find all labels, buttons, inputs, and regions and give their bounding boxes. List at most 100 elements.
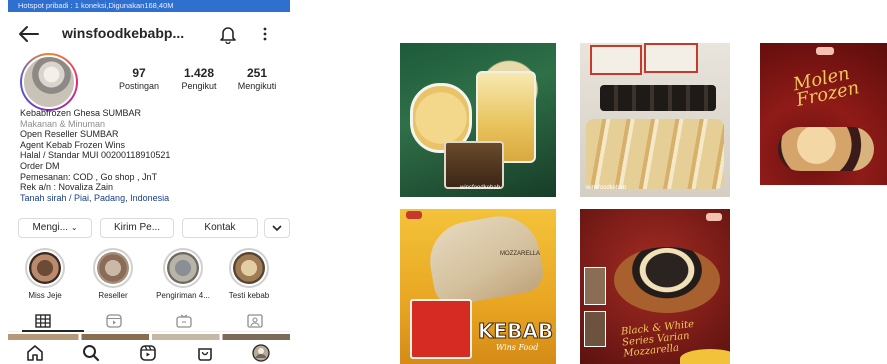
- reels-icon: [106, 314, 122, 328]
- highlight-cover: [29, 252, 61, 284]
- post-frozen-kebab-packs[interactable]: winsfoodkebab: [400, 43, 556, 197]
- post-kebab-mozzarella[interactable]: MOZZARELLA KEBAB Wins Food: [400, 209, 556, 364]
- notifications-button[interactable]: [218, 24, 238, 45]
- tv-icon: [176, 314, 192, 328]
- nav-shop[interactable]: [196, 344, 214, 362]
- profile-avatar-icon: [252, 344, 270, 362]
- highlight-item[interactable]: Miss Jeje: [14, 248, 76, 300]
- shopping-bag-icon: [198, 348, 212, 361]
- more-options-button[interactable]: [258, 24, 272, 44]
- profile-username: winsfoodkebabp...: [62, 25, 185, 41]
- decorative-shape: [680, 349, 730, 364]
- bio-category: Makanan & Minuman: [20, 118, 106, 129]
- bottom-navigation: [8, 340, 290, 364]
- highlight-ring: [93, 248, 133, 288]
- kebab-wrap-photo: [423, 210, 547, 308]
- post-title: Molen Frozen: [791, 62, 862, 112]
- chevron-down-icon: [272, 225, 282, 232]
- nav-home[interactable]: [26, 344, 44, 362]
- back-arrow-icon: [19, 26, 39, 42]
- brand-logo: [816, 47, 834, 55]
- home-icon: [27, 345, 43, 361]
- message-button-label: Kirim Pe...: [113, 222, 161, 233]
- nav-reels[interactable]: [139, 344, 157, 362]
- pastry-photo: [778, 127, 874, 171]
- bio-line: Pemesanan: COD , Go shop , JnT: [20, 171, 158, 182]
- profile-bio: Kebabfrozen Ghesa SUMBAR Makanan & Minum…: [20, 108, 285, 203]
- grid-icon: [35, 314, 51, 328]
- contact-button[interactable]: Kontak: [182, 218, 258, 238]
- highlight-label: Pengiriman 4...: [156, 291, 210, 300]
- post-title: KEBAB: [477, 319, 554, 344]
- highlight-item[interactable]: Testi kebab: [218, 248, 280, 300]
- post-molen-frozen[interactable]: Molen Frozen: [760, 43, 887, 185]
- profile-avatar[interactable]: [20, 53, 78, 111]
- post-black-white-series[interactable]: Black & White Series Varian Mozzarella: [580, 209, 730, 364]
- product-box: [590, 45, 642, 75]
- reels-icon: [140, 345, 156, 361]
- following-button-label: Mengi...: [32, 222, 69, 233]
- highlight-item[interactable]: Reseller: [82, 248, 144, 300]
- post-subtitle: Wins Food: [496, 343, 539, 352]
- bio-name: Kebabfrozen Ghesa SUMBAR: [20, 108, 142, 118]
- product-pack: [444, 141, 504, 189]
- following-button[interactable]: Mengi... ⌄: [18, 218, 92, 238]
- profile-actions: Mengi... ⌄ Kirim Pe... Kontak: [18, 218, 290, 238]
- chevron-down-icon: ⌄: [70, 223, 78, 232]
- highlight-cover: [97, 252, 129, 284]
- stat-following[interactable]: 251 Mengikuti: [222, 66, 290, 91]
- profile-header: winsfoodkebabp...: [8, 20, 290, 48]
- vertical-dots-icon: [263, 27, 267, 41]
- tab-reels[interactable]: [106, 314, 122, 328]
- highlight-ring: [229, 248, 269, 288]
- status-bar-text: Hotspot pribadi : 1 koneksi,Digunakan168…: [18, 1, 174, 10]
- nav-search[interactable]: [82, 344, 100, 362]
- bio-line: Agent Kebab Frozen Wins: [20, 139, 126, 150]
- tab-igtv[interactable]: [176, 314, 192, 328]
- highlight-label: Reseller: [98, 291, 128, 300]
- avatar-photo: [22, 55, 76, 109]
- tab-grid[interactable]: [35, 314, 51, 328]
- contact-button-label: Kontak: [204, 222, 236, 233]
- brand-logo: [706, 213, 722, 221]
- profile-tabs: [8, 310, 290, 332]
- highlight-cover: [233, 252, 265, 284]
- product-pack: [410, 299, 472, 359]
- tagged-person-icon: [247, 314, 263, 328]
- highlight-ring: [163, 248, 203, 288]
- tab-tagged[interactable]: [247, 314, 263, 328]
- post-tag: MOZZARELLA: [500, 251, 541, 257]
- brand-logo: [406, 211, 422, 219]
- bio-location-link[interactable]: Tanah sirah / Piai, Padang, Indonesia: [20, 193, 285, 204]
- suggestions-button[interactable]: [264, 218, 290, 238]
- post-watermark: winsfoodkebab: [460, 185, 501, 191]
- stat-label: Mengikuti: [237, 81, 277, 91]
- instagram-profile-screen: Hotspot pribadi : 1 koneksi,Digunakan168…: [8, 0, 290, 364]
- bio-line: Order DM: [20, 160, 60, 171]
- search-icon: [83, 345, 100, 362]
- nav-profile[interactable]: [252, 344, 270, 362]
- highlight-ring: [25, 248, 65, 288]
- stat-value: 251: [246, 66, 268, 80]
- post-kebab-platter[interactable]: winsfoodkebab: [580, 43, 730, 197]
- product-box: [644, 43, 698, 73]
- inset-photo: [584, 311, 606, 347]
- bio-line: Rek a/n : Novaliza Zain: [20, 182, 114, 193]
- bio-line: Halal / Standar MUI 00200118910521: [20, 150, 171, 161]
- food-rolls: [600, 85, 716, 111]
- status-bar: Hotspot pribadi : 1 koneksi,Digunakan168…: [8, 0, 290, 12]
- highlight-cover: [167, 252, 199, 284]
- highlight-label: Testi kebab: [228, 291, 270, 300]
- inset-photo: [584, 267, 606, 305]
- highlight-item[interactable]: Pengiriman 4...: [152, 248, 214, 300]
- highlight-label: Miss Jeje: [28, 291, 62, 300]
- food-bowl-photo: [614, 247, 720, 313]
- food-plate: [586, 119, 724, 189]
- active-tab-indicator: [22, 330, 84, 332]
- message-button[interactable]: Kirim Pe...: [100, 218, 174, 238]
- post-watermark: winsfoodkebab: [586, 185, 627, 191]
- back-button[interactable]: [18, 24, 40, 44]
- story-highlights: Miss Jeje Reseller Pengiriman 4... Testi…: [8, 248, 290, 304]
- bio-line: Open Reseller SUMBAR: [20, 129, 119, 140]
- bell-icon: [220, 27, 236, 45]
